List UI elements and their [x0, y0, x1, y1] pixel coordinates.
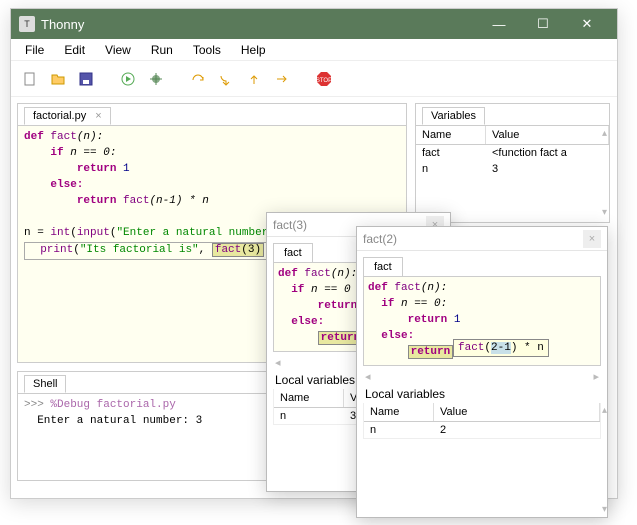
- close-icon[interactable]: ×: [583, 230, 601, 248]
- step-over-icon[interactable]: [187, 68, 209, 90]
- step-into-icon[interactable]: [215, 68, 237, 90]
- titlebar: T Thonny — ☐ ✕: [11, 9, 617, 39]
- close-button[interactable]: ✕: [565, 9, 609, 39]
- scrollbar[interactable]: ▴▾: [602, 405, 607, 515]
- stop-icon[interactable]: STOP: [313, 68, 335, 90]
- menu-view[interactable]: View: [95, 41, 141, 59]
- debug-icon[interactable]: [145, 68, 167, 90]
- locals-table: Name Value n 2: [363, 403, 601, 439]
- scrollbar[interactable]: ◂▸: [363, 370, 601, 383]
- table-row: n 2: [364, 422, 600, 438]
- eval-tooltip: fact(2-1) * n: [453, 339, 549, 357]
- menubar: File Edit View Run Tools Help: [11, 39, 617, 61]
- editor-tab-label: factorial.py: [33, 110, 86, 122]
- col-value-header[interactable]: Value: [486, 126, 609, 144]
- frame-window-fact2: fact(2) × fact def fact(n): if n == 0: r…: [356, 226, 608, 518]
- window-title: Thonny: [41, 17, 477, 32]
- new-file-icon[interactable]: [19, 68, 41, 90]
- scrollbar[interactable]: ▴▾: [602, 128, 607, 218]
- toolbar: STOP: [11, 61, 617, 97]
- open-file-icon[interactable]: [47, 68, 69, 90]
- frame-tab[interactable]: fact: [273, 243, 313, 262]
- variables-header: Name Value: [416, 126, 609, 145]
- menu-tools[interactable]: Tools: [183, 41, 231, 59]
- minimize-button[interactable]: —: [477, 9, 521, 39]
- frame-title-label: fact(2): [363, 232, 397, 246]
- app-icon: T: [19, 16, 35, 32]
- svg-text:STOP: STOP: [316, 78, 332, 84]
- shell-tab[interactable]: Shell: [24, 375, 66, 393]
- menu-run[interactable]: Run: [141, 41, 183, 59]
- table-row: fact <function fact a: [416, 145, 609, 161]
- menu-edit[interactable]: Edit: [54, 41, 95, 59]
- editor-tab-factorial[interactable]: factorial.py ×: [24, 107, 111, 125]
- menu-file[interactable]: File: [15, 41, 54, 59]
- editor-tabs: factorial.py ×: [18, 104, 406, 126]
- variables-title: Variables: [416, 104, 609, 126]
- maximize-button[interactable]: ☐: [521, 9, 565, 39]
- step-out-icon[interactable]: [243, 68, 265, 90]
- variables-tab[interactable]: Variables: [422, 107, 485, 125]
- frame-tab[interactable]: fact: [363, 257, 403, 276]
- locals-title: Local variables: [363, 383, 601, 403]
- frame-titlebar[interactable]: fact(2) ×: [357, 227, 607, 251]
- table-row: n 3: [416, 161, 609, 177]
- close-icon[interactable]: ×: [95, 110, 101, 122]
- resume-icon[interactable]: [271, 68, 293, 90]
- save-icon[interactable]: [75, 68, 97, 90]
- col-name-header[interactable]: Name: [416, 126, 486, 144]
- run-icon[interactable]: [117, 68, 139, 90]
- variables-panel: Variables Name Value fact <function fact…: [415, 103, 610, 223]
- frame-title-label: fact(3): [273, 218, 307, 232]
- menu-help[interactable]: Help: [231, 41, 276, 59]
